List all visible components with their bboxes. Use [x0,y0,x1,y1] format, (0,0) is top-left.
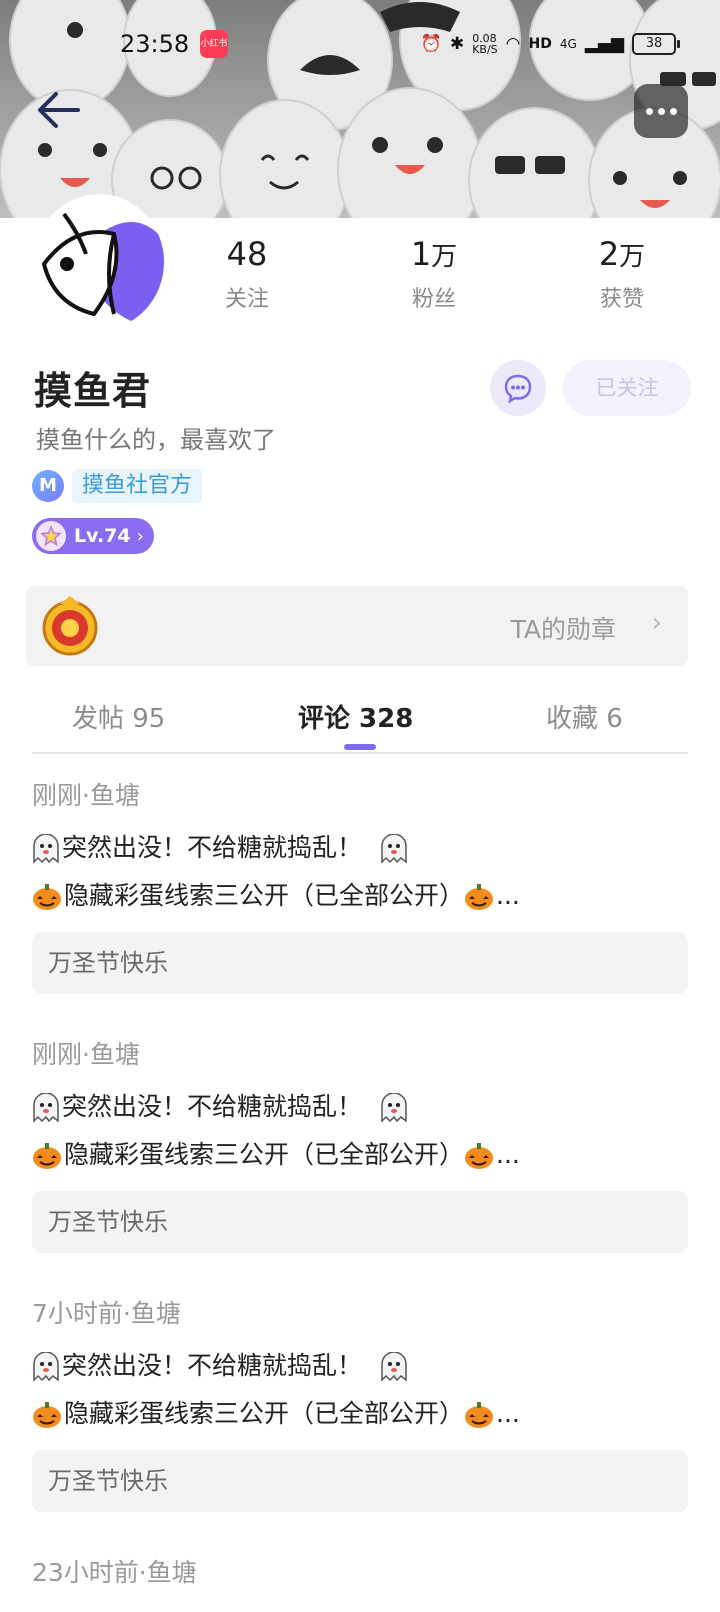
signal-label: 4G [559,37,577,51]
ghost-emoji-icon [33,834,59,864]
app-notification-icon: 小红书 [200,30,228,58]
item-line1-text: 突然出没！不给糖就捣乱！ [62,1351,363,1380]
post-title-line1: 突然出没！不给糖就捣乱！ [32,1083,688,1131]
pumpkin-emoji-icon [465,1143,494,1169]
chat-icon [504,374,532,403]
back-button[interactable] [34,88,84,132]
status-bar: 23:58 小红书 ⏰ ✱ 0.08 KB/S ◠ HD 4G ▂▄▆ 38 [0,0,720,88]
post-title-line2: 隐藏彩蛋线索三公开（已全部公开）... [32,1131,688,1179]
item-line2-text: 隐藏彩蛋线索三公开（已全部公开） [64,1140,465,1169]
ghost-emoji-icon [33,1352,59,1382]
official-icon: M [32,470,64,502]
tab-posts[interactable]: 发帖 95 [72,698,165,735]
item-line2-text: 隐藏彩蛋线索三公开（已全部公开） [64,881,465,910]
profile-banner: 23:58 小红书 ⏰ ✱ 0.08 KB/S ◠ HD 4G ▂▄▆ 38 [0,0,720,218]
ghost-emoji-icon [33,1093,59,1123]
stat-followers-number: 1万 [410,235,458,273]
item-meta: 刚刚·鱼塘 [32,781,140,810]
stat-followers[interactable]: 1万 粉丝 [374,236,494,313]
comment-box[interactable]: 万圣节快乐 [32,932,688,994]
active-tab-indicator [344,744,376,750]
message-button[interactable] [490,360,546,416]
chevron-right-icon: › [651,608,662,638]
ghost-emoji-icon [381,834,407,864]
ghost-emoji-icon [381,1093,407,1123]
profile-name: 摸鱼君 [34,369,152,413]
more-icon [645,107,653,115]
pumpkin-emoji-icon [33,1402,61,1428]
stat-following-label: 关注 [224,287,269,312]
profile-tabs: 发帖 95 评论 328 收藏 6 [32,690,688,754]
net-speed: 0.08 KB/S [472,32,498,56]
more-icon-dot [669,107,677,115]
bluetooth-icon: ✱ [449,34,465,54]
post-title-line1: 突然出没！不给糖就捣乱！ [32,1342,688,1390]
post-title-line2: 隐藏彩蛋线索三公开（已全部公开）... [32,1390,688,1438]
medal-icon [42,596,98,656]
tab-favorites[interactable]: 收藏 6 [546,698,623,735]
profile-bio: 摸鱼什么的，最喜欢了 [36,426,276,454]
stat-likes-number: 2万 [598,235,646,273]
ellipsis: ... [496,1399,520,1428]
pumpkin-emoji-icon [33,1143,61,1169]
stat-following-number: 48 [226,235,268,273]
status-time: 23:58 [120,30,190,58]
pumpkin-emoji-icon [465,884,494,910]
level-badge[interactable]: Lv.74 › [32,518,154,554]
alarm-icon: ⏰ [420,34,442,54]
hd-icon: HD [528,36,552,52]
ellipsis: ... [496,881,520,910]
stat-following[interactable]: 48 关注 [187,236,307,313]
back-arrow-icon [38,92,80,128]
official-tag-row[interactable]: M 摸鱼社官方 [32,468,203,504]
chevron-right-icon: › [136,525,144,547]
battery-icon: 38 [632,33,680,55]
stat-followers-label: 粉丝 [411,287,456,312]
medal-label: TA的勋章 [510,615,616,644]
list-item[interactable]: 刚刚·鱼塘 突然出没！不给糖就捣乱！ 隐藏彩蛋线索三公开（已全部公开）... 万… [32,776,688,1035]
comment-box[interactable]: 万圣节快乐 [32,1450,688,1512]
status-icons: ⏰ ✱ 0.08 KB/S ◠ HD 4G ▂▄▆ 38 [420,30,680,58]
tab-comments[interactable]: 评论 328 [298,698,413,735]
item-line1-text: 突然出没！不给糖就捣乱！ [62,833,363,862]
item-meta: 23小时前·鱼塘 [32,1558,197,1587]
item-meta: 刚刚·鱼塘 [32,1040,140,1069]
wifi-icon: ◠ [505,34,521,54]
stat-likes-label: 获赞 [599,287,644,312]
ghost-emoji-icon [381,1352,407,1382]
signal-icon: ▂▄▆ [584,34,624,54]
list-item[interactable]: 7小时前·鱼塘 突然出没！不给糖就捣乱！ 隐藏彩蛋线索三公开（已全部公开）...… [32,1294,688,1553]
more-button[interactable] [634,84,688,138]
post-title-line2: 隐藏彩蛋线索三公开（已全部公开）... [32,872,688,920]
list-item[interactable]: 23小时前·鱼塘 [32,1553,688,1612]
item-meta: 7小时前·鱼塘 [32,1299,181,1328]
ellipsis: ... [496,1140,520,1169]
official-tag: 摸鱼社官方 [72,469,203,503]
stat-likes[interactable]: 2万 获赞 [562,236,682,313]
post-title-line1: 突然出没！不给糖就捣乱！ [32,824,688,872]
item-line2-text: 隐藏彩蛋线索三公开（已全部公开） [64,1399,465,1428]
medal-bar[interactable]: TA的勋章 › [26,586,688,666]
pumpkin-emoji-icon [33,884,61,910]
level-star-icon [36,521,66,551]
follow-button[interactable]: 已关注 [563,360,691,416]
comment-box[interactable]: 万圣节快乐 [32,1191,688,1253]
more-icon-dot [657,107,665,115]
comment-feed: 刚刚·鱼塘 突然出没！不给糖就捣乱！ 隐藏彩蛋线索三公开（已全部公开）... 万… [32,776,688,1612]
list-item[interactable]: 刚刚·鱼塘 突然出没！不给糖就捣乱！ 隐藏彩蛋线索三公开（已全部公开）... 万… [32,1035,688,1294]
item-line1-text: 突然出没！不给糖就捣乱！ [62,1092,363,1121]
pumpkin-emoji-icon [465,1402,494,1428]
profile-stats: 48 关注 1万 粉丝 2万 获赞 [0,236,720,316]
level-label: Lv.74 [74,525,131,547]
